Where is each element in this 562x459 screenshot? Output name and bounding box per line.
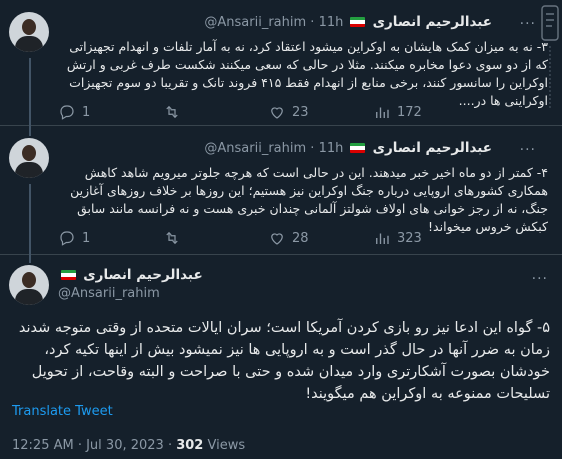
timestamp[interactable]: 12:25 AM · Jul 30, 2023 · <box>12 438 176 453</box>
tweet-4[interactable]: ··· عبدالرحیم انصاری @Ansarii_rahim · 11… <box>0 124 562 255</box>
flag-icon <box>350 143 366 153</box>
more-icon[interactable]: ··· <box>532 271 548 287</box>
tweet-text: ۵- گواه این ادعا نیز رو بازی کردن آمریکا… <box>18 320 550 402</box>
flag-icon <box>61 270 76 280</box>
tweet-header: ··· عبدالرحیم انصاری @Ansarii_rahim · 11… <box>204 140 536 158</box>
translate-link[interactable]: Translate Tweet <box>12 404 113 419</box>
reply-count: 1 <box>82 104 91 120</box>
timestamp[interactable]: 11h <box>319 141 344 156</box>
handle[interactable]: @Ansarii_rahim <box>204 15 306 30</box>
like-button[interactable]: 23 <box>268 103 309 121</box>
watermark-logo <box>541 5 559 108</box>
handle[interactable]: @Ansarii_rahim <box>204 141 306 156</box>
views-count: 172 <box>397 104 422 120</box>
handle[interactable]: @Ansarii_rahim <box>58 286 203 301</box>
display-name[interactable]: عبدالرحیم انصاری <box>83 267 202 283</box>
retweet-button[interactable] <box>163 229 181 247</box>
flag-icon <box>350 17 366 27</box>
like-icon <box>271 107 283 119</box>
tweet-text: ۳- نه به میزان کمک هایشان به اوکراین میش… <box>66 39 548 108</box>
like-button[interactable]: 28 <box>268 229 309 247</box>
views-button[interactable]: 172 <box>373 103 422 121</box>
tweet-header: ··· عبدالرحیم انصاری @Ansarii_rahim · 11… <box>204 14 536 32</box>
main-tweet: عبدالرحیم انصاری @Ansarii_rahim ··· ۵- گ… <box>0 253 562 459</box>
views-label: Views <box>203 438 246 453</box>
retweet-button[interactable] <box>163 103 181 121</box>
timestamp[interactable]: 11h <box>319 15 344 30</box>
action-bar: 1 23 172 <box>58 103 548 125</box>
views-count[interactable]: 302 <box>176 438 203 453</box>
like-count: 23 <box>292 104 309 120</box>
reply-button[interactable]: 1 <box>58 229 90 247</box>
thread-line <box>29 253 31 263</box>
reply-button[interactable]: 1 <box>58 103 90 121</box>
reply-icon <box>60 231 74 246</box>
reply-count: 1 <box>82 230 91 246</box>
tweet-3[interactable]: ··· عبدالرحیم انصاری @Ansarii_rahim · 11… <box>0 0 562 126</box>
tweet-text: ۴- کمتر از دو ماه اخیر خبر میدهند. این د… <box>70 165 548 234</box>
thread-line <box>29 124 31 136</box>
avatar[interactable] <box>9 265 49 305</box>
views-icon <box>376 107 389 118</box>
like-icon <box>271 233 283 245</box>
views-count: 323 <box>397 230 422 246</box>
avatar[interactable] <box>9 12 49 52</box>
more-icon[interactable]: ··· <box>520 142 536 158</box>
views-button[interactable]: 323 <box>373 229 422 247</box>
tweet-thread: ··· عبدالرحیم انصاری @Ansarii_rahim · 11… <box>0 0 562 459</box>
display-name[interactable]: عبدالرحیم انصاری <box>373 140 492 156</box>
action-bar: 1 28 323 <box>58 229 548 251</box>
like-count: 28 <box>292 230 309 246</box>
thread-line <box>29 58 31 124</box>
thread-line <box>29 184 31 254</box>
retweet-icon <box>166 105 178 119</box>
author-block: عبدالرحیم انصاری @Ansarii_rahim <box>58 267 203 301</box>
avatar[interactable] <box>9 138 49 178</box>
retweet-icon <box>166 231 178 245</box>
tweet-meta: 12:25 AM · Jul 30, 2023 · 302 Views <box>12 438 245 453</box>
views-icon <box>376 233 389 244</box>
reply-icon <box>60 105 74 120</box>
display-name[interactable]: عبدالرحیم انصاری <box>373 14 492 30</box>
